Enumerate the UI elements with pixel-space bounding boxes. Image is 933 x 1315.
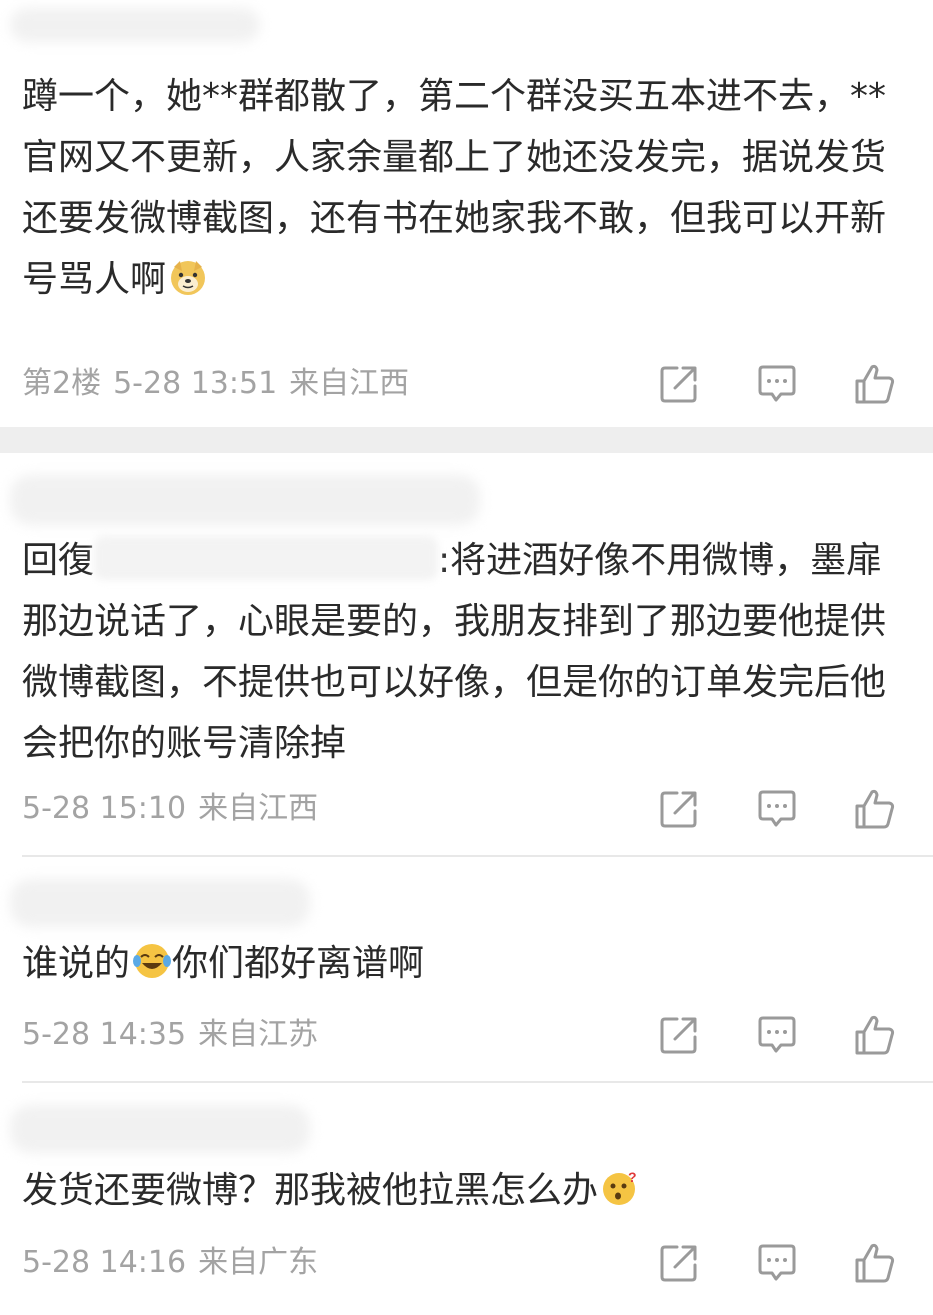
comment-time: 5-28 14:16 <box>22 1245 187 1280</box>
comment-item: 蹲一个，她**群都散了，第二个群没买五本进不去，**官网又不更新，人家余量都上了… <box>0 0 933 426</box>
comment-item: 回復:将进酒好像不用微博，墨扉那边说话了，心眼是要的，我朋友排到了那边要他提供微… <box>0 453 933 855</box>
comment-text: 蹲一个，她**群都散了，第二个群没买五本进不去，**官网又不更新，人家余量都上了… <box>22 76 887 300</box>
comment-actions <box>657 362 897 406</box>
laugh-cry-emoji <box>132 941 172 981</box>
section-divider <box>0 427 933 453</box>
like-icon <box>855 1015 895 1055</box>
like-icon <box>855 1243 895 1283</box>
share-button[interactable] <box>657 362 701 406</box>
comment-location: 来自江西 <box>198 791 319 826</box>
comment-text: 回復:将进酒好像不用微博，墨扉那边说话了，心眼是要的，我朋友排到了那边要他提供微… <box>22 530 902 774</box>
comment-time: 5-28 14:35 <box>22 1017 187 1052</box>
share-icon <box>660 791 697 828</box>
comment-button[interactable] <box>755 1013 799 1057</box>
share-icon <box>660 1017 697 1054</box>
comment-icon <box>758 790 796 827</box>
comment-button[interactable] <box>755 787 799 831</box>
share-button[interactable] <box>657 1241 701 1285</box>
confused-emoji: ? <box>600 1168 640 1208</box>
reply-prefix: 回復 <box>22 540 95 581</box>
like-icon <box>855 789 895 829</box>
share-button[interactable] <box>657 1013 701 1057</box>
like-button[interactable] <box>853 787 897 831</box>
comment-actions <box>657 1013 897 1057</box>
comment-meta: 5-28 14:35 来自江苏 <box>22 1015 318 1055</box>
share-icon <box>660 366 697 403</box>
comment-text: 谁说的 你们都好离谱啊 <box>22 941 425 984</box>
comment-actions <box>657 787 897 831</box>
reply-target-redacted <box>94 536 439 580</box>
comment-location: 来自江苏 <box>198 1017 319 1052</box>
comment-icon <box>758 1016 796 1053</box>
floor-number: 第2楼 <box>22 366 102 401</box>
comment-time: 5-28 15:10 <box>22 791 187 826</box>
like-button[interactable] <box>853 1241 897 1285</box>
comment-button[interactable] <box>755 1241 799 1285</box>
username-redacted <box>10 1105 310 1153</box>
svg-text:?: ? <box>628 1169 637 1185</box>
username-redacted <box>10 475 480 525</box>
comment-icon <box>758 1244 796 1281</box>
username-redacted <box>10 8 260 42</box>
comment-item: 发货还要微博？那我被他拉黑怎么办? 5-28 14:16 来自广东 <box>0 1083 933 1315</box>
like-button[interactable] <box>853 362 897 406</box>
like-icon <box>855 364 895 404</box>
comment-icon <box>758 365 796 402</box>
comment-text: 发货还要微博？那我被他拉黑怎么办? <box>22 1160 902 1221</box>
share-button[interactable] <box>657 787 701 831</box>
doge-emoji <box>168 257 208 297</box>
comment-location: 来自江西 <box>289 366 410 401</box>
comment-time: 5-28 13:51 <box>113 366 278 401</box>
comment-button[interactable] <box>755 362 799 406</box>
comment-location: 来自广东 <box>198 1245 319 1280</box>
comment-meta: 5-28 15:10 来自江西 <box>22 789 318 829</box>
comment-item: 谁说的 你们都好离谱啊 5-28 14:35 来自江苏 <box>0 857 933 1081</box>
share-icon <box>660 1245 697 1282</box>
username-redacted <box>10 879 310 927</box>
comment-actions <box>657 1241 897 1285</box>
like-button[interactable] <box>853 1013 897 1057</box>
comment-meta: 5-28 14:16 来自广东 <box>22 1243 318 1283</box>
comment-meta: 第2楼 5-28 13:51 来自江西 <box>22 364 409 404</box>
